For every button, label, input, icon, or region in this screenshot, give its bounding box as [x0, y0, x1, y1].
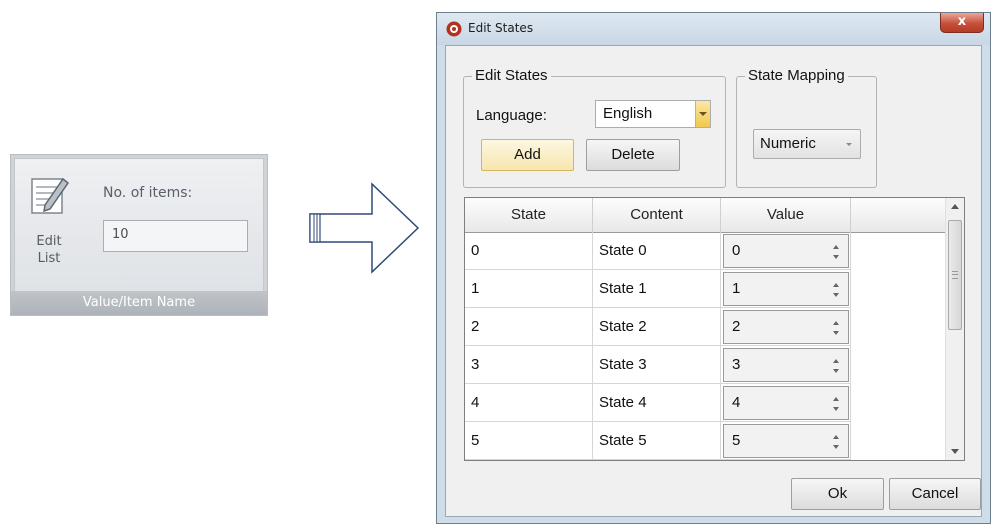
table-row[interactable]: 2 State 2 2 — [465, 308, 945, 346]
right-arrow-icon — [309, 182, 420, 274]
dialog-titlebar[interactable]: Edit States x — [437, 13, 990, 45]
value-spinner[interactable]: 5 — [723, 424, 849, 458]
ribbon-group-label: Value/Item Name — [11, 291, 267, 315]
content-cell[interactable]: State 3 — [593, 346, 721, 384]
state-mapping-select[interactable]: Numeric — [753, 129, 861, 159]
value-spinner[interactable]: 0 — [723, 234, 849, 268]
edit-list-button[interactable]: Edit List — [27, 173, 71, 269]
chevron-down-icon — [699, 112, 707, 116]
value-spinner-value: 0 — [732, 242, 741, 259]
spin-down-icon[interactable] — [833, 293, 839, 297]
table-row[interactable]: 0 State 0 0 — [465, 232, 945, 270]
state-mapping-value: Numeric — [760, 135, 816, 152]
grid-header: State Content Value — [465, 198, 945, 233]
spin-down-icon[interactable] — [833, 255, 839, 259]
ok-button[interactable]: Ok — [791, 478, 884, 510]
app-icon — [446, 21, 462, 37]
spin-down-icon[interactable] — [833, 407, 839, 411]
items-count-input[interactable]: 10 — [103, 220, 248, 252]
value-spinner[interactable]: 1 — [723, 272, 849, 306]
column-header-state[interactable]: State — [465, 198, 593, 232]
content-cell[interactable]: State 1 — [593, 270, 721, 308]
spin-up-icon[interactable] — [833, 397, 839, 401]
chevron-down-icon — [846, 143, 852, 146]
value-spinner[interactable]: 2 — [723, 310, 849, 344]
value-spinner-value: 5 — [732, 432, 741, 449]
content-cell[interactable]: State 5 — [593, 422, 721, 460]
scroll-down-icon[interactable] — [951, 449, 959, 454]
table-row[interactable]: 4 State 4 4 — [465, 384, 945, 422]
state-mapping-group-title: State Mapping — [745, 67, 848, 84]
state-cell[interactable]: 0 — [465, 232, 593, 270]
spin-up-icon[interactable] — [833, 359, 839, 363]
table-row[interactable]: 1 State 1 1 — [465, 270, 945, 308]
close-icon: x — [957, 14, 967, 29]
spin-down-icon[interactable] — [833, 445, 839, 449]
delete-button[interactable]: Delete — [586, 139, 680, 171]
edit-states-group-title: Edit States — [472, 67, 551, 84]
state-cell[interactable]: 3 — [465, 346, 593, 384]
dialog-title: Edit States — [468, 21, 534, 35]
value-spinner-value: 2 — [732, 318, 741, 335]
grid-vertical-scrollbar[interactable] — [945, 198, 964, 460]
add-button[interactable]: Add — [481, 139, 574, 171]
spin-up-icon[interactable] — [833, 245, 839, 249]
ribbon-group-value-item-name: Edit List No. of items: 10 Value/Item Na… — [10, 154, 268, 316]
state-cell[interactable]: 5 — [465, 422, 593, 460]
edit-list-label: Edit List — [36, 234, 62, 266]
state-cell[interactable]: 2 — [465, 308, 593, 346]
state-cell[interactable]: 4 — [465, 384, 593, 422]
scrollbar-thumb[interactable] — [948, 220, 962, 330]
language-select-value: English — [603, 105, 653, 122]
states-grid: State Content Value 0 State 0 0 1 State … — [464, 197, 965, 461]
spin-down-icon[interactable] — [833, 369, 839, 373]
scroll-up-icon[interactable] — [951, 204, 959, 209]
state-cell[interactable]: 1 — [465, 270, 593, 308]
content-cell[interactable]: State 4 — [593, 384, 721, 422]
language-dropdown-button[interactable] — [695, 101, 710, 127]
language-select[interactable]: English — [595, 100, 711, 128]
value-spinner-value: 4 — [732, 394, 741, 411]
column-header-value[interactable]: Value — [721, 198, 851, 232]
edit-states-dialog: Edit States x Edit States Language: Engl… — [436, 12, 991, 524]
value-spinner[interactable]: 4 — [723, 386, 849, 420]
content-cell[interactable]: State 2 — [593, 308, 721, 346]
column-header-content[interactable]: Content — [593, 198, 721, 232]
edit-list-icon — [31, 177, 69, 214]
close-button[interactable]: x — [940, 13, 984, 33]
edit-states-group: Edit States Language: English Add Delete — [463, 67, 726, 188]
spin-up-icon[interactable] — [833, 435, 839, 439]
state-mapping-group: State Mapping Numeric — [736, 67, 877, 188]
spin-down-icon[interactable] — [833, 331, 839, 335]
ribbon-group-body: Edit List No. of items: 10 — [14, 158, 264, 292]
spin-up-icon[interactable] — [833, 321, 839, 325]
table-row[interactable]: 3 State 3 3 — [465, 346, 945, 384]
value-spinner-value: 3 — [732, 356, 741, 373]
column-header-filler — [851, 198, 945, 232]
spin-up-icon[interactable] — [833, 283, 839, 287]
table-row[interactable]: 5 State 5 5 — [465, 422, 945, 460]
grip-icon — [952, 271, 958, 279]
language-label: Language: — [476, 107, 547, 124]
content-cell[interactable]: State 0 — [593, 232, 721, 270]
dialog-client-area: Edit States Language: English Add Delete… — [445, 45, 982, 517]
value-spinner[interactable]: 3 — [723, 348, 849, 382]
items-count-label: No. of items: — [103, 185, 193, 201]
value-spinner-value: 1 — [732, 280, 741, 297]
cancel-button[interactable]: Cancel — [889, 478, 981, 510]
